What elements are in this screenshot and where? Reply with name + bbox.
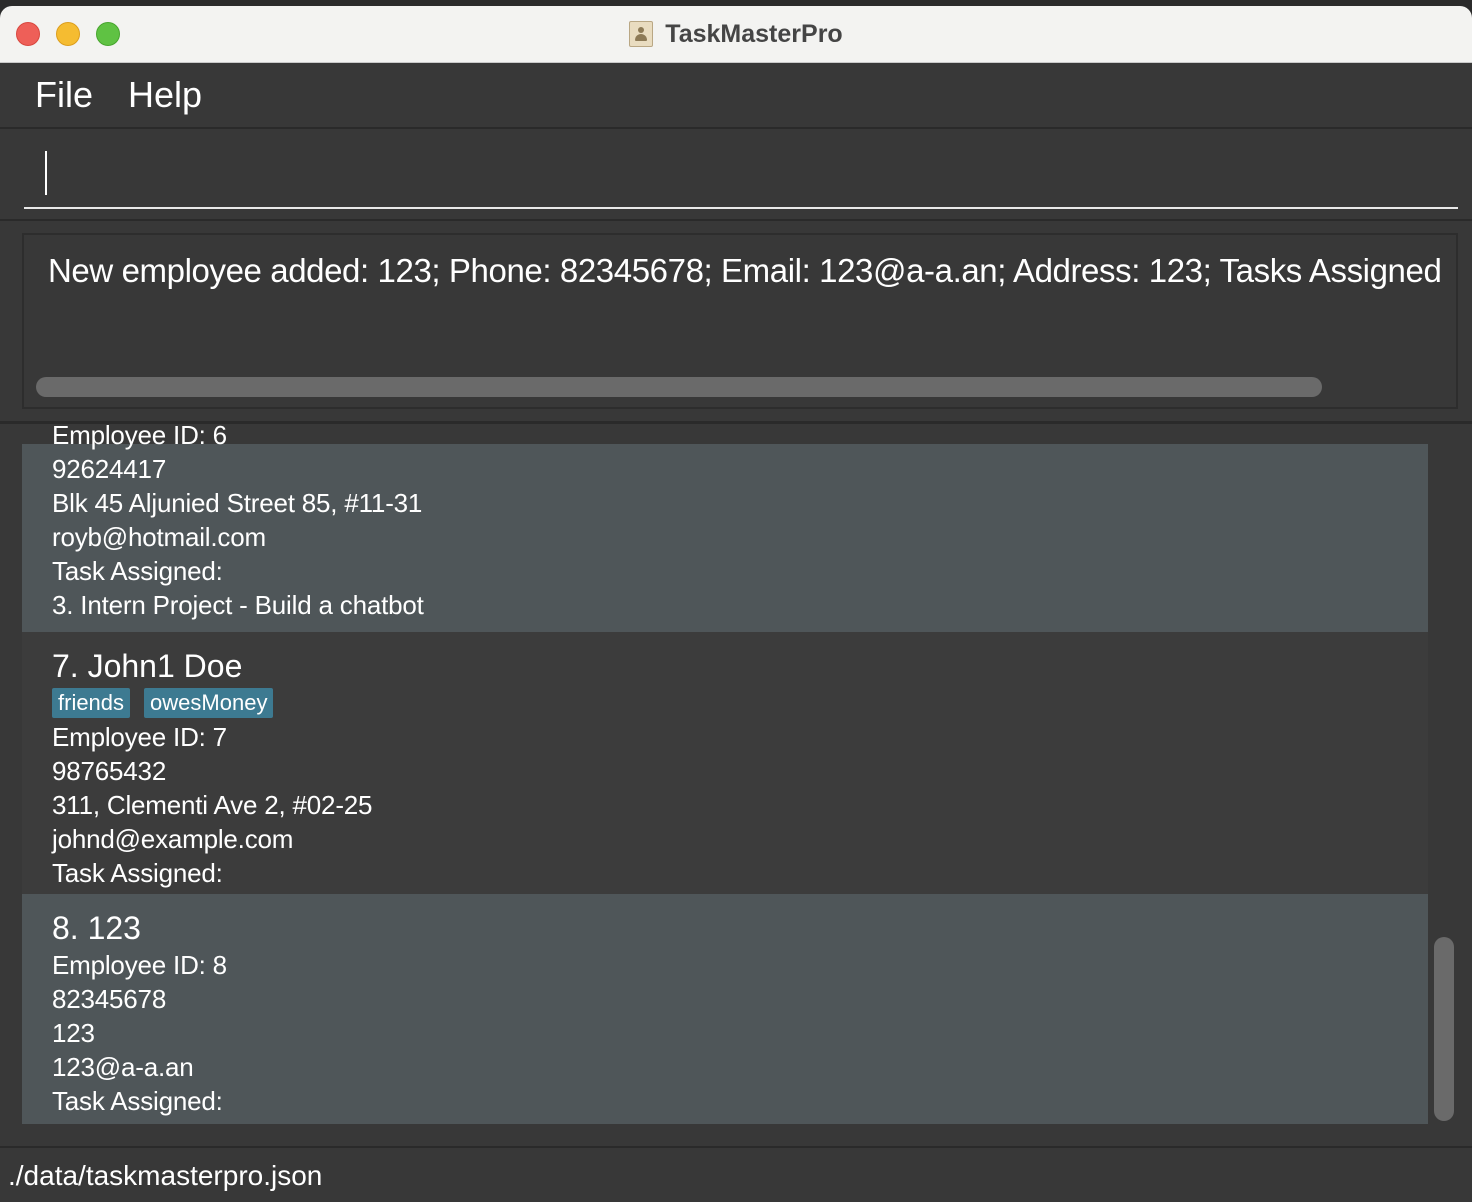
- employee-email: royb@hotmail.com: [52, 522, 266, 552]
- employee-task-label: Task Assigned:: [52, 556, 223, 586]
- result-message: New employee added: 123; Phone: 82345678…: [48, 252, 1442, 289]
- app-contact-icon: [629, 21, 654, 47]
- employee-email: johnd@example.com: [52, 824, 294, 854]
- employee-address: 311, Clementi Ave 2, #02-25: [52, 790, 373, 820]
- employee-card[interactable]: Employee ID: 6 92624417 Blk 45 Aljunied …: [22, 424, 1428, 632]
- employee-task-label: Task Assigned:: [52, 1086, 223, 1116]
- status-bar: ./data/taskmasterpro.json: [0, 1146, 1472, 1202]
- employee-email: 123@a-a.an: [52, 1052, 194, 1082]
- employee-task: 3. Intern Project - Build a chatbot: [52, 590, 424, 620]
- data-file-path: ./data/taskmasterpro.json: [8, 1160, 323, 1191]
- vertical-scrollbar[interactable]: [1434, 937, 1454, 1121]
- clipped-line: Employee ID: 6: [52, 424, 227, 450]
- horizontal-scrollbar[interactable]: [36, 377, 1322, 397]
- command-box-container: [0, 129, 1472, 221]
- menu-bar: File Help: [0, 63, 1472, 129]
- tag: owesMoney: [144, 688, 274, 718]
- employee-phone: 92624417: [52, 454, 167, 484]
- employee-name: 7. John1 Doe: [52, 648, 243, 684]
- menu-help[interactable]: Help: [128, 73, 202, 117]
- employee-card[interactable]: 7. John1 Doe friends owesMoney Employee …: [22, 632, 1428, 894]
- result-display[interactable]: New employee added: 123; Phone: 82345678…: [22, 233, 1458, 409]
- title-bar: TaskMasterPro: [0, 6, 1472, 63]
- employee-name: 8. 123: [52, 910, 141, 946]
- menu-file[interactable]: File: [35, 73, 93, 117]
- window-title: TaskMasterPro: [665, 19, 843, 48]
- result-display-container: New employee added: 123; Phone: 82345678…: [0, 221, 1472, 424]
- app-window: TaskMasterPro File Help New employee add…: [0, 6, 1472, 1202]
- employee-phone: 82345678: [52, 984, 167, 1014]
- employee-phone: 98765432: [52, 756, 167, 786]
- tag: friends: [52, 688, 131, 718]
- title-group: TaskMasterPro: [0, 6, 1472, 62]
- employee-address: Blk 45 Aljunied Street 85, #11-31: [52, 488, 423, 518]
- employee-card[interactable]: 8. 123 Employee ID: 8 82345678 123 123@a…: [22, 894, 1428, 1124]
- employee-id: Employee ID: 7: [52, 722, 227, 752]
- employee-address: 123: [52, 1018, 95, 1048]
- tag-list: friends owesMoney: [52, 686, 1428, 720]
- employee-id: Employee ID: 8: [52, 950, 227, 980]
- command-input[interactable]: [24, 139, 1458, 209]
- employee-list[interactable]: Employee ID: 6 92624417 Blk 45 Aljunied …: [0, 424, 1472, 1146]
- text-caret: [45, 151, 47, 195]
- employee-task-label: Task Assigned:: [52, 858, 223, 888]
